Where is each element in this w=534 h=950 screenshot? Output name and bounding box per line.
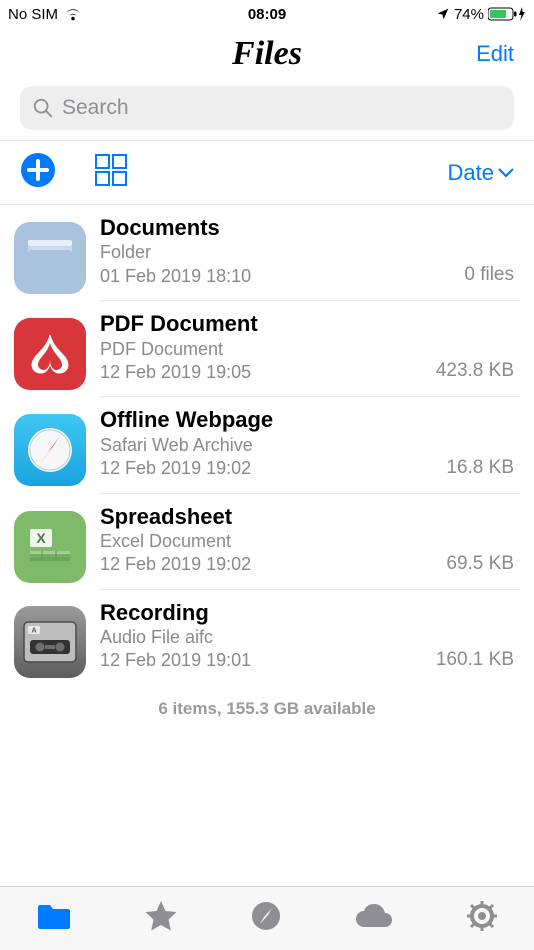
- file-size: 69.5 KB: [446, 553, 520, 577]
- tab-settings[interactable]: [466, 900, 498, 937]
- star-icon: [144, 900, 178, 932]
- file-title: Documents: [100, 215, 464, 241]
- file-subtitle: Folder: [100, 241, 464, 264]
- tab-bar: [0, 886, 534, 950]
- sort-button[interactable]: Date: [448, 160, 514, 186]
- file-size: 423.8 KB: [436, 360, 520, 384]
- folder-tab-icon: [36, 901, 72, 931]
- folder-icon: [14, 222, 86, 294]
- search-placeholder: Search: [62, 96, 129, 120]
- plus-circle-icon: [20, 152, 56, 188]
- file-date: 12 Feb 2019 19:02: [100, 553, 446, 576]
- file-title: Offline Webpage: [100, 407, 446, 433]
- file-date: 12 Feb 2019 19:01: [100, 649, 436, 672]
- pdf-icon: [14, 318, 86, 390]
- footer-summary: 6 items, 155.3 GB available: [0, 685, 534, 733]
- file-list: Documents Folder 01 Feb 2019 18:10 0 fil…: [0, 205, 534, 685]
- search-icon: [32, 97, 54, 119]
- battery-icon: [488, 7, 526, 21]
- tab-favorites[interactable]: [144, 900, 178, 937]
- svg-text:A: A: [31, 628, 36, 635]
- file-subtitle: Excel Document: [100, 530, 446, 553]
- file-subtitle: Audio File aifc: [100, 626, 436, 649]
- tab-cloud[interactable]: [354, 903, 394, 934]
- file-size: 0 files: [464, 264, 520, 288]
- tab-files[interactable]: [36, 901, 72, 936]
- file-subtitle: Safari Web Archive: [100, 434, 446, 457]
- sort-label: Date: [448, 160, 494, 186]
- file-subtitle: PDF Document: [100, 338, 436, 361]
- toolbar: Date: [0, 141, 534, 205]
- file-title: Recording: [100, 600, 436, 626]
- nav-bar: Files Edit: [0, 28, 534, 80]
- svg-text:X: X: [36, 530, 46, 546]
- list-item[interactable]: Offline Webpage Safari Web Archive 12 Fe…: [0, 397, 534, 493]
- grid-view-button[interactable]: [94, 153, 128, 192]
- search-input[interactable]: Search: [20, 86, 514, 130]
- file-date: 12 Feb 2019 19:05: [100, 361, 436, 384]
- add-button[interactable]: [20, 152, 56, 193]
- file-title: Spreadsheet: [100, 504, 446, 530]
- safari-icon: [14, 414, 86, 486]
- wifi-icon: [64, 7, 82, 21]
- file-title: PDF Document: [100, 311, 436, 337]
- file-date: 01 Feb 2019 18:10: [100, 265, 464, 288]
- audio-icon: A: [14, 606, 86, 678]
- tab-browse[interactable]: [250, 900, 282, 937]
- status-carrier: No SIM: [8, 6, 58, 23]
- list-item[interactable]: Documents Folder 01 Feb 2019 18:10 0 fil…: [0, 205, 534, 301]
- cloud-icon: [354, 903, 394, 929]
- grid-icon: [94, 153, 128, 187]
- list-item[interactable]: X Spreadsheet Excel Document 12 Feb 2019…: [0, 494, 534, 590]
- compass-icon: [250, 900, 282, 932]
- excel-icon: X: [14, 511, 86, 583]
- file-size: 160.1 KB: [436, 649, 520, 673]
- search-wrap: Search: [0, 80, 534, 141]
- chevron-down-icon: [498, 168, 514, 178]
- list-item[interactable]: PDF Document PDF Document 12 Feb 2019 19…: [0, 301, 534, 397]
- page-title: Files: [232, 35, 302, 73]
- status-time: 08:09: [248, 6, 286, 23]
- edit-button[interactable]: Edit: [476, 41, 514, 67]
- status-battery: 74%: [454, 6, 484, 23]
- file-size: 16.8 KB: [446, 457, 520, 481]
- charging-icon: [518, 7, 526, 21]
- location-icon: [436, 7, 450, 21]
- list-item[interactable]: A Recording Audio File aifc 12 Feb 2019 …: [0, 590, 534, 685]
- file-date: 12 Feb 2019 19:02: [100, 457, 446, 480]
- gear-icon: [466, 900, 498, 932]
- status-bar: No SIM 08:09 74%: [0, 0, 534, 28]
